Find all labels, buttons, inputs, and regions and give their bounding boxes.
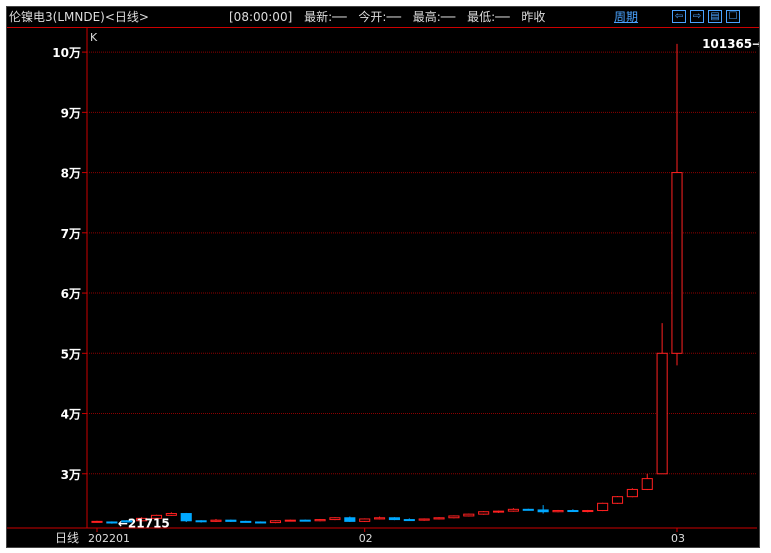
candle-body [359,518,371,522]
candle-body [537,509,549,513]
y-tick-label: 3万 [61,468,81,482]
candle-body [299,519,311,522]
candle-body [284,519,296,522]
candle-body [433,517,445,520]
y-tick-label: 6万 [61,287,81,301]
candle-body [329,517,341,521]
y-tick-label: 5万 [61,347,81,361]
x-tick-label: 02 [359,532,373,545]
extreme-label: 101365→ [702,37,759,51]
candle-body [180,513,192,522]
candle-body [314,519,326,522]
candle-body [165,513,177,516]
candle-body [597,502,609,512]
y-tick-label: 10万 [52,46,81,60]
candle-body [492,510,505,513]
candle-body [582,510,594,513]
candle-body [641,478,653,490]
candle-body [611,496,624,504]
candle-body [552,510,564,513]
candle-body [344,517,356,522]
candle-body [195,520,207,523]
candle-body [626,488,638,498]
candle-body [210,519,222,522]
candle-body [448,515,460,519]
candle-body [91,520,103,523]
candle-body [255,521,267,524]
chart-window: 伦镍电3(LMNDE)<日线> [08:00:00] 最新:── 今开:── 最… [6,6,760,548]
candle-body [671,172,683,354]
y-tick-label: 7万 [61,227,81,241]
x-tick-label: 202201 [88,532,130,545]
candle-body [463,513,475,517]
y-tick-label: 9万 [61,106,81,120]
candlestick-chart[interactable]: K 3万 4万 5万 6万 7万 8万 9万 10万 202201 02 03 101365→ ←2171… [7,7,759,547]
candle-body [374,517,386,520]
y-tick-label: 8万 [61,167,81,181]
candle-body [403,519,415,522]
candle-body [388,517,400,521]
candle-body [418,518,430,521]
indicator-label: K [90,31,98,44]
candle-body [269,520,282,524]
candle-body [567,510,579,513]
candle-body [240,520,252,523]
candle-body [478,511,490,515]
candle-body [225,519,237,522]
candle-body [106,521,118,524]
candle-body [522,508,534,511]
period-label: 日线 [54,531,79,545]
candle-body [656,352,668,475]
candle-body [507,508,519,512]
extreme-label: ←21715 [118,517,170,531]
y-tick-label: 4万 [61,408,81,422]
x-tick-label: 03 [671,532,685,545]
